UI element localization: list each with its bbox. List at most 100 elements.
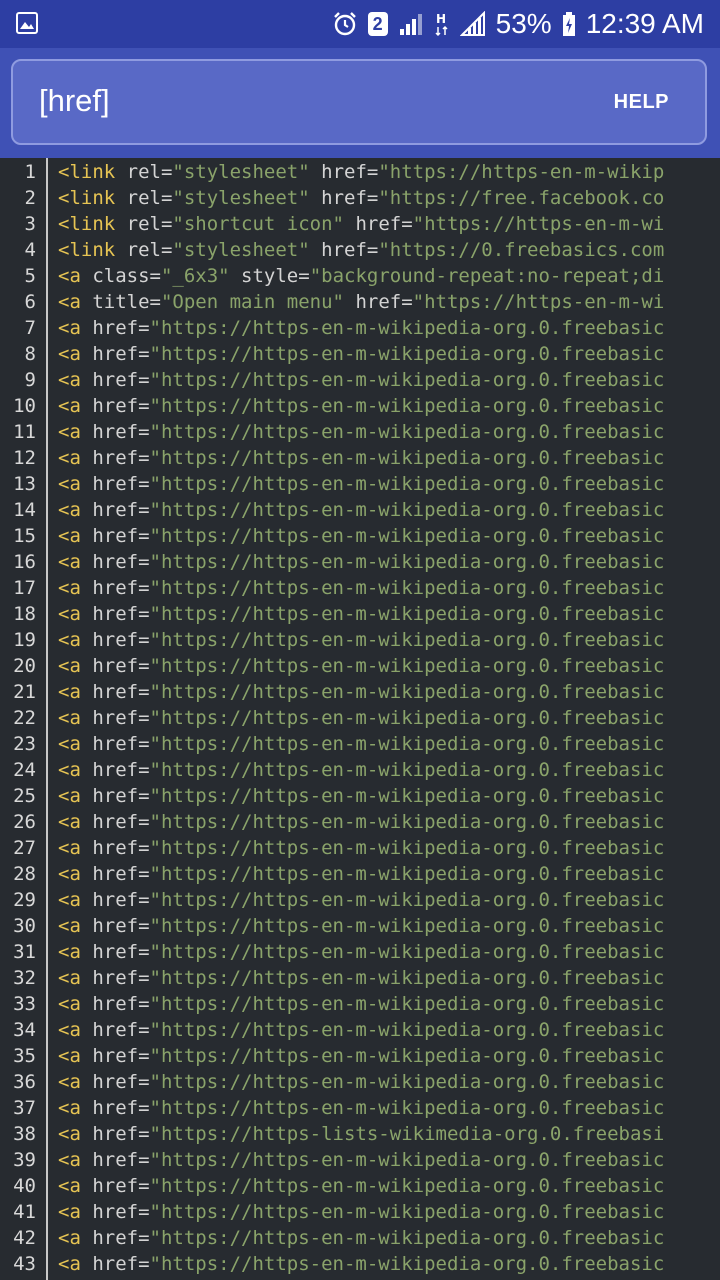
clock: 12:39 AM <box>585 8 704 39</box>
code-line: 13 <a href="https://https-en-m-wikipedia-… <box>0 471 720 497</box>
code-text: <a href="https://https-en-m-wikipedia-or… <box>58 601 664 627</box>
string-token: "https://https-en-m-wikipedia-org.0.free… <box>149 915 665 937</box>
line-number: 42 <box>13 1227 36 1249</box>
tag-token: <a <box>58 1123 81 1145</box>
string-token: "https://https-en-m-wikipedia-org.0.free… <box>149 941 665 963</box>
line-number: 11 <box>13 421 36 443</box>
tag-token: <link <box>58 187 116 209</box>
string-token: "https://https-en-m-wikipedia-org.0.free… <box>149 759 665 781</box>
code-text: <a href="https://https-en-m-wikipedia-or… <box>58 471 664 497</box>
help-button[interactable]: HELP <box>614 91 669 114</box>
tag-token: <a <box>58 525 81 547</box>
code-text: <a href="https://https-en-m-wikipedia-or… <box>58 549 664 575</box>
tag-token: <a <box>58 993 81 1015</box>
line-number: 6 <box>24 291 36 313</box>
tag-token: <a <box>58 577 81 599</box>
line-number: 9 <box>24 369 36 391</box>
string-token: "https://https-en-m-wikipedia-org.0.free… <box>149 655 665 677</box>
tag-token: <a <box>58 265 81 287</box>
line-number: 5 <box>24 265 36 287</box>
attr-token: rel= <box>115 161 173 183</box>
line-number: 17 <box>13 577 36 599</box>
tag-token: <a <box>58 1149 81 1171</box>
tag-token: <a <box>58 733 81 755</box>
attr-token: href= <box>80 421 150 443</box>
tag-token: <a <box>58 863 81 885</box>
code-view[interactable]: 1 <link rel="stylesheet" href="https://ht… <box>0 158 720 1280</box>
code-text: <a class="_6x3" style="background-repeat… <box>58 263 664 289</box>
attr-token: href= <box>80 837 150 859</box>
string-token: "https://https-en-m-wikipedia-org.0.free… <box>149 499 665 521</box>
attr-token: href= <box>80 577 150 599</box>
line-number: 3 <box>24 213 36 235</box>
string-token: "https://https-en-m-wikipedia-org.0.free… <box>149 577 665 599</box>
code-text: <a href="https://https-en-m-wikipedia-or… <box>58 653 664 679</box>
code-text: <a href="https://https-lists-wikimedia-o… <box>58 1121 664 1147</box>
string-token: "https://https-en-m-wikipedia-org.0.free… <box>149 525 665 547</box>
code-line: 40 <a href="https://https-en-m-wikipedia-… <box>0 1173 720 1199</box>
tag-token: <a <box>58 655 81 677</box>
attr-token: href= <box>80 733 150 755</box>
code-line: 9 <a href="https://https-en-m-wikipedia-o… <box>0 367 720 393</box>
attr-token: href= <box>80 993 150 1015</box>
attr-token: href= <box>309 161 379 183</box>
query-box[interactable]: [href] HELP <box>11 59 707 145</box>
tag-token: <a <box>58 707 81 729</box>
string-token: "https://https-en-m-wikipedia-org.0.free… <box>149 395 665 417</box>
code-line: 15 <a href="https://https-en-m-wikipedia-… <box>0 523 720 549</box>
tag-token: <a <box>58 837 81 859</box>
svg-text:H: H <box>436 12 446 26</box>
line-number: 22 <box>13 707 36 729</box>
signal-icon <box>399 14 422 35</box>
line-number: 27 <box>13 837 36 859</box>
code-line: 28 <a href="https://https-en-m-wikipedia-… <box>0 861 720 887</box>
code-line: 2 <link rel="stylesheet" href="https://fr… <box>0 185 720 211</box>
line-number: 37 <box>13 1097 36 1119</box>
string-token: "https://https-en-m-wikipedia-org.0.free… <box>149 1097 665 1119</box>
line-number: 40 <box>13 1175 36 1197</box>
string-token: "stylesheet" <box>172 161 310 183</box>
code-line: 3 <link rel="shortcut icon" href="https:/… <box>0 211 720 237</box>
string-token: "shortcut icon" <box>172 213 344 235</box>
line-number: 24 <box>13 759 36 781</box>
attr-token: href= <box>80 1019 150 1041</box>
tag-token: <a <box>58 473 81 495</box>
code-text: <a href="https://https-en-m-wikipedia-or… <box>58 887 664 913</box>
attr-token: href= <box>80 811 150 833</box>
attr-token: href= <box>80 1175 150 1197</box>
code-line: 17 <a href="https://https-en-m-wikipedia-… <box>0 575 720 601</box>
tag-token: <a <box>58 1253 81 1275</box>
code-line: 41 <a href="https://https-en-m-wikipedia-… <box>0 1199 720 1225</box>
code-line: 19 <a href="https://https-en-m-wikipedia-… <box>0 627 720 653</box>
tag-token: <a <box>58 343 81 365</box>
attr-token: href= <box>80 785 150 807</box>
data-h-icon: H <box>435 12 448 37</box>
string-token: "https://0.freebasics.com <box>378 239 665 261</box>
string-token: "https://https-en-m-wikipedia-org.0.free… <box>149 447 665 469</box>
string-token: "https://https-en-m-wikipedia-org.0.free… <box>149 1071 665 1093</box>
code-text: <a href="https://https-en-m-wikipedia-or… <box>58 341 664 367</box>
string-token: "https://https-en-m-wikipedia-org.0.free… <box>149 1253 665 1275</box>
battery-percent: 53% <box>495 8 552 39</box>
line-number: 34 <box>13 1019 36 1041</box>
app-header: [href] HELP <box>0 48 720 158</box>
tag-token: <a <box>58 395 81 417</box>
code-text: <a href="https://https-en-m-wikipedia-or… <box>58 913 664 939</box>
string-token: "_6x3" <box>160 265 230 287</box>
tag-token: <link <box>58 161 116 183</box>
code-text: <a href="https://https-en-m-wikipedia-or… <box>58 835 664 861</box>
attr-token: href= <box>80 1123 150 1145</box>
code-text: <a href="https://https-en-m-wikipedia-or… <box>58 315 664 341</box>
line-number: 26 <box>13 811 36 833</box>
string-token: "https://https-en-m-wikipedia-org.0.free… <box>149 811 665 833</box>
line-number: 15 <box>13 525 36 547</box>
code-text: <a href="https://https-en-m-wikipedia-or… <box>58 1199 664 1225</box>
tag-token: <a <box>58 1019 81 1041</box>
code-line: 5 <a class="_6x3" style="background-repea… <box>0 263 720 289</box>
code-line: 11 <a href="https://https-en-m-wikipedia-… <box>0 419 720 445</box>
query-text[interactable]: [href] <box>39 83 110 119</box>
code-text: <a href="https://https-en-m-wikipedia-or… <box>58 809 664 835</box>
code-line: 39 <a href="https://https-en-m-wikipedia-… <box>0 1147 720 1173</box>
line-number: 30 <box>13 915 36 937</box>
attr-token: href= <box>80 863 150 885</box>
